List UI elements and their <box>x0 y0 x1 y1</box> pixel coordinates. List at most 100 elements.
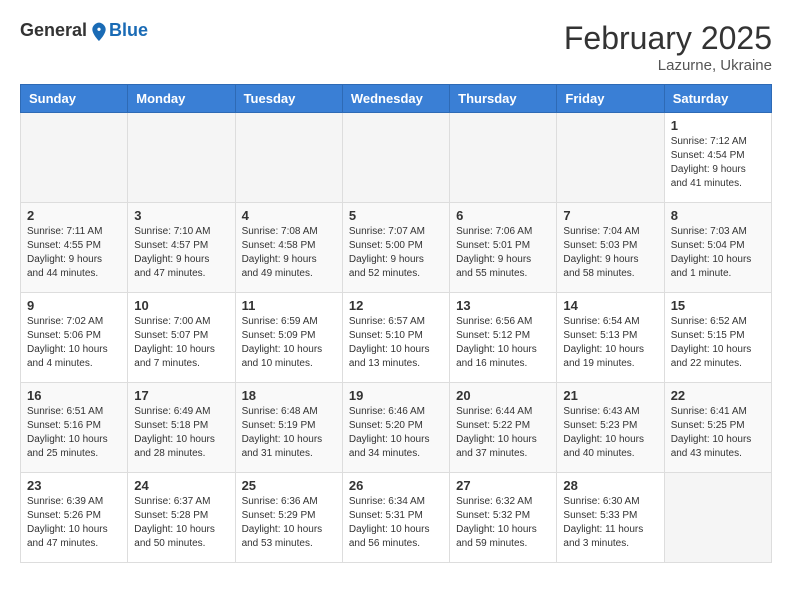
day-number: 18 <box>242 388 336 403</box>
day-cell: 8 Sunrise: 7:03 AM Sunset: 5:04 PM Daylig… <box>664 203 771 293</box>
week-row-4: 16Sunrise: 6:51 AM Sunset: 5:16 PM Dayli… <box>21 383 772 473</box>
day-cell <box>235 113 342 203</box>
day-number: 16 <box>27 388 121 403</box>
day-number: 23 <box>27 478 121 493</box>
day-cell: 28 Sunrise: 6:30 AM Sunset: 5:33 PM Dayli… <box>557 473 664 563</box>
calendar-table: SundayMondayTuesdayWednesdayThursdayFrid… <box>20 84 772 563</box>
day-cell: 1Sunrise: 7:12 AM Sunset: 4:54 PM Daylig… <box>664 113 771 203</box>
day-number: 2 <box>27 208 121 223</box>
day-number: 21 <box>563 388 657 403</box>
day-cell <box>557 113 664 203</box>
day-info: Sunrise: 7:03 AM Sunset: 5:04 PM Dayligh… <box>671 225 765 281</box>
location: Lazurne, Ukraine <box>564 57 772 74</box>
day-cell: 6 Sunrise: 7:06 AM Sunset: 5:01 PM Daylig… <box>450 203 557 293</box>
day-number: 3 <box>134 208 228 223</box>
day-number: 19 <box>349 388 443 403</box>
day-cell: 18 Sunrise: 6:48 AM Sunset: 5:19 PM Dayli… <box>235 383 342 473</box>
day-number: 12 <box>349 298 443 313</box>
day-cell: 7 Sunrise: 7:04 AM Sunset: 5:03 PM Daylig… <box>557 203 664 293</box>
weekday-header-friday: Friday <box>557 85 664 113</box>
day-cell: 19 Sunrise: 6:46 AM Sunset: 5:20 PM Dayli… <box>342 383 449 473</box>
weekday-header-monday: Monday <box>128 85 235 113</box>
day-cell: 26 Sunrise: 6:34 AM Sunset: 5:31 PM Dayli… <box>342 473 449 563</box>
day-number: 5 <box>349 208 443 223</box>
day-info: Sunrise: 6:43 AM Sunset: 5:23 PM Dayligh… <box>563 405 657 461</box>
day-cell: 9 Sunrise: 7:02 AM Sunset: 5:06 PM Daylig… <box>21 293 128 383</box>
day-number: 1 <box>671 118 765 133</box>
weekday-header-sunday: Sunday <box>21 85 128 113</box>
day-info: Sunrise: 6:41 AM Sunset: 5:25 PM Dayligh… <box>671 405 765 461</box>
week-row-5: 23 Sunrise: 6:39 AM Sunset: 5:26 PM Dayli… <box>21 473 772 563</box>
day-info: Sunrise: 6:54 AM Sunset: 5:13 PM Dayligh… <box>563 315 657 371</box>
week-row-1: 1Sunrise: 7:12 AM Sunset: 4:54 PM Daylig… <box>21 113 772 203</box>
day-cell: 20 Sunrise: 6:44 AM Sunset: 5:22 PM Dayli… <box>450 383 557 473</box>
weekday-header-row: SundayMondayTuesdayWednesdayThursdayFrid… <box>21 85 772 113</box>
day-info: Sunrise: 7:10 AM Sunset: 4:57 PM Dayligh… <box>134 225 228 281</box>
month-title: February 2025 <box>564 20 772 57</box>
day-number: 4 <box>242 208 336 223</box>
day-number: 20 <box>456 388 550 403</box>
weekday-header-wednesday: Wednesday <box>342 85 449 113</box>
day-info: Sunrise: 6:46 AM Sunset: 5:20 PM Dayligh… <box>349 405 443 461</box>
day-info: Sunrise: 7:00 AM Sunset: 5:07 PM Dayligh… <box>134 315 228 371</box>
day-info: Sunrise: 6:36 AM Sunset: 5:29 PM Dayligh… <box>242 495 336 551</box>
day-cell: 22 Sunrise: 6:41 AM Sunset: 5:25 PM Dayli… <box>664 383 771 473</box>
day-cell: 2 Sunrise: 7:11 AM Sunset: 4:55 PM Daylig… <box>21 203 128 293</box>
weekday-header-tuesday: Tuesday <box>235 85 342 113</box>
day-info: Sunrise: 6:37 AM Sunset: 5:28 PM Dayligh… <box>134 495 228 551</box>
day-cell: 13Sunrise: 6:56 AM Sunset: 5:12 PM Dayli… <box>450 293 557 383</box>
day-number: 8 <box>671 208 765 223</box>
day-cell <box>342 113 449 203</box>
day-cell <box>450 113 557 203</box>
day-number: 6 <box>456 208 550 223</box>
day-number: 14 <box>563 298 657 313</box>
week-row-3: 9 Sunrise: 7:02 AM Sunset: 5:06 PM Daylig… <box>21 293 772 383</box>
logo-blue: Blue <box>109 20 148 41</box>
day-info: Sunrise: 6:34 AM Sunset: 5:31 PM Dayligh… <box>349 495 443 551</box>
logo-general: General <box>20 20 87 41</box>
day-cell: 5Sunrise: 7:07 AM Sunset: 5:00 PM Daylig… <box>342 203 449 293</box>
day-cell: 17 Sunrise: 6:49 AM Sunset: 5:18 PM Dayli… <box>128 383 235 473</box>
day-cell: 14 Sunrise: 6:54 AM Sunset: 5:13 PM Dayli… <box>557 293 664 383</box>
day-cell <box>21 113 128 203</box>
day-info: Sunrise: 7:04 AM Sunset: 5:03 PM Dayligh… <box>563 225 657 281</box>
day-cell: 25 Sunrise: 6:36 AM Sunset: 5:29 PM Dayli… <box>235 473 342 563</box>
day-cell: 16Sunrise: 6:51 AM Sunset: 5:16 PM Dayli… <box>21 383 128 473</box>
day-cell <box>128 113 235 203</box>
day-info: Sunrise: 6:30 AM Sunset: 5:33 PM Dayligh… <box>563 495 657 551</box>
day-info: Sunrise: 7:08 AM Sunset: 4:58 PM Dayligh… <box>242 225 336 281</box>
page-header: General Blue February 2025 Lazurne, Ukra… <box>20 20 772 74</box>
day-number: 9 <box>27 298 121 313</box>
day-info: Sunrise: 7:11 AM Sunset: 4:55 PM Dayligh… <box>27 225 121 281</box>
day-number: 7 <box>563 208 657 223</box>
day-number: 27 <box>456 478 550 493</box>
day-cell: 24Sunrise: 6:37 AM Sunset: 5:28 PM Dayli… <box>128 473 235 563</box>
day-cell: 21 Sunrise: 6:43 AM Sunset: 5:23 PM Dayli… <box>557 383 664 473</box>
day-number: 11 <box>242 298 336 313</box>
day-info: Sunrise: 6:52 AM Sunset: 5:15 PM Dayligh… <box>671 315 765 371</box>
day-cell: 10 Sunrise: 7:00 AM Sunset: 5:07 PM Dayli… <box>128 293 235 383</box>
day-cell: 15Sunrise: 6:52 AM Sunset: 5:15 PM Dayli… <box>664 293 771 383</box>
day-cell: 23 Sunrise: 6:39 AM Sunset: 5:26 PM Dayli… <box>21 473 128 563</box>
day-number: 13 <box>456 298 550 313</box>
day-info: Sunrise: 7:06 AM Sunset: 5:01 PM Dayligh… <box>456 225 550 281</box>
day-info: Sunrise: 6:49 AM Sunset: 5:18 PM Dayligh… <box>134 405 228 461</box>
day-cell: 27 Sunrise: 6:32 AM Sunset: 5:32 PM Dayli… <box>450 473 557 563</box>
day-info: Sunrise: 6:39 AM Sunset: 5:26 PM Dayligh… <box>27 495 121 551</box>
day-info: Sunrise: 6:32 AM Sunset: 5:32 PM Dayligh… <box>456 495 550 551</box>
weekday-header-saturday: Saturday <box>664 85 771 113</box>
day-info: Sunrise: 7:02 AM Sunset: 5:06 PM Dayligh… <box>27 315 121 371</box>
day-cell: 12 Sunrise: 6:57 AM Sunset: 5:10 PM Dayli… <box>342 293 449 383</box>
day-number: 17 <box>134 388 228 403</box>
day-number: 22 <box>671 388 765 403</box>
day-info: Sunrise: 6:48 AM Sunset: 5:19 PM Dayligh… <box>242 405 336 461</box>
day-info: Sunrise: 6:44 AM Sunset: 5:22 PM Dayligh… <box>456 405 550 461</box>
day-number: 25 <box>242 478 336 493</box>
day-number: 28 <box>563 478 657 493</box>
title-block: February 2025 Lazurne, Ukraine <box>564 20 772 74</box>
day-cell <box>664 473 771 563</box>
day-info: Sunrise: 6:57 AM Sunset: 5:10 PM Dayligh… <box>349 315 443 371</box>
day-number: 10 <box>134 298 228 313</box>
day-cell: 4 Sunrise: 7:08 AM Sunset: 4:58 PM Daylig… <box>235 203 342 293</box>
day-number: 26 <box>349 478 443 493</box>
